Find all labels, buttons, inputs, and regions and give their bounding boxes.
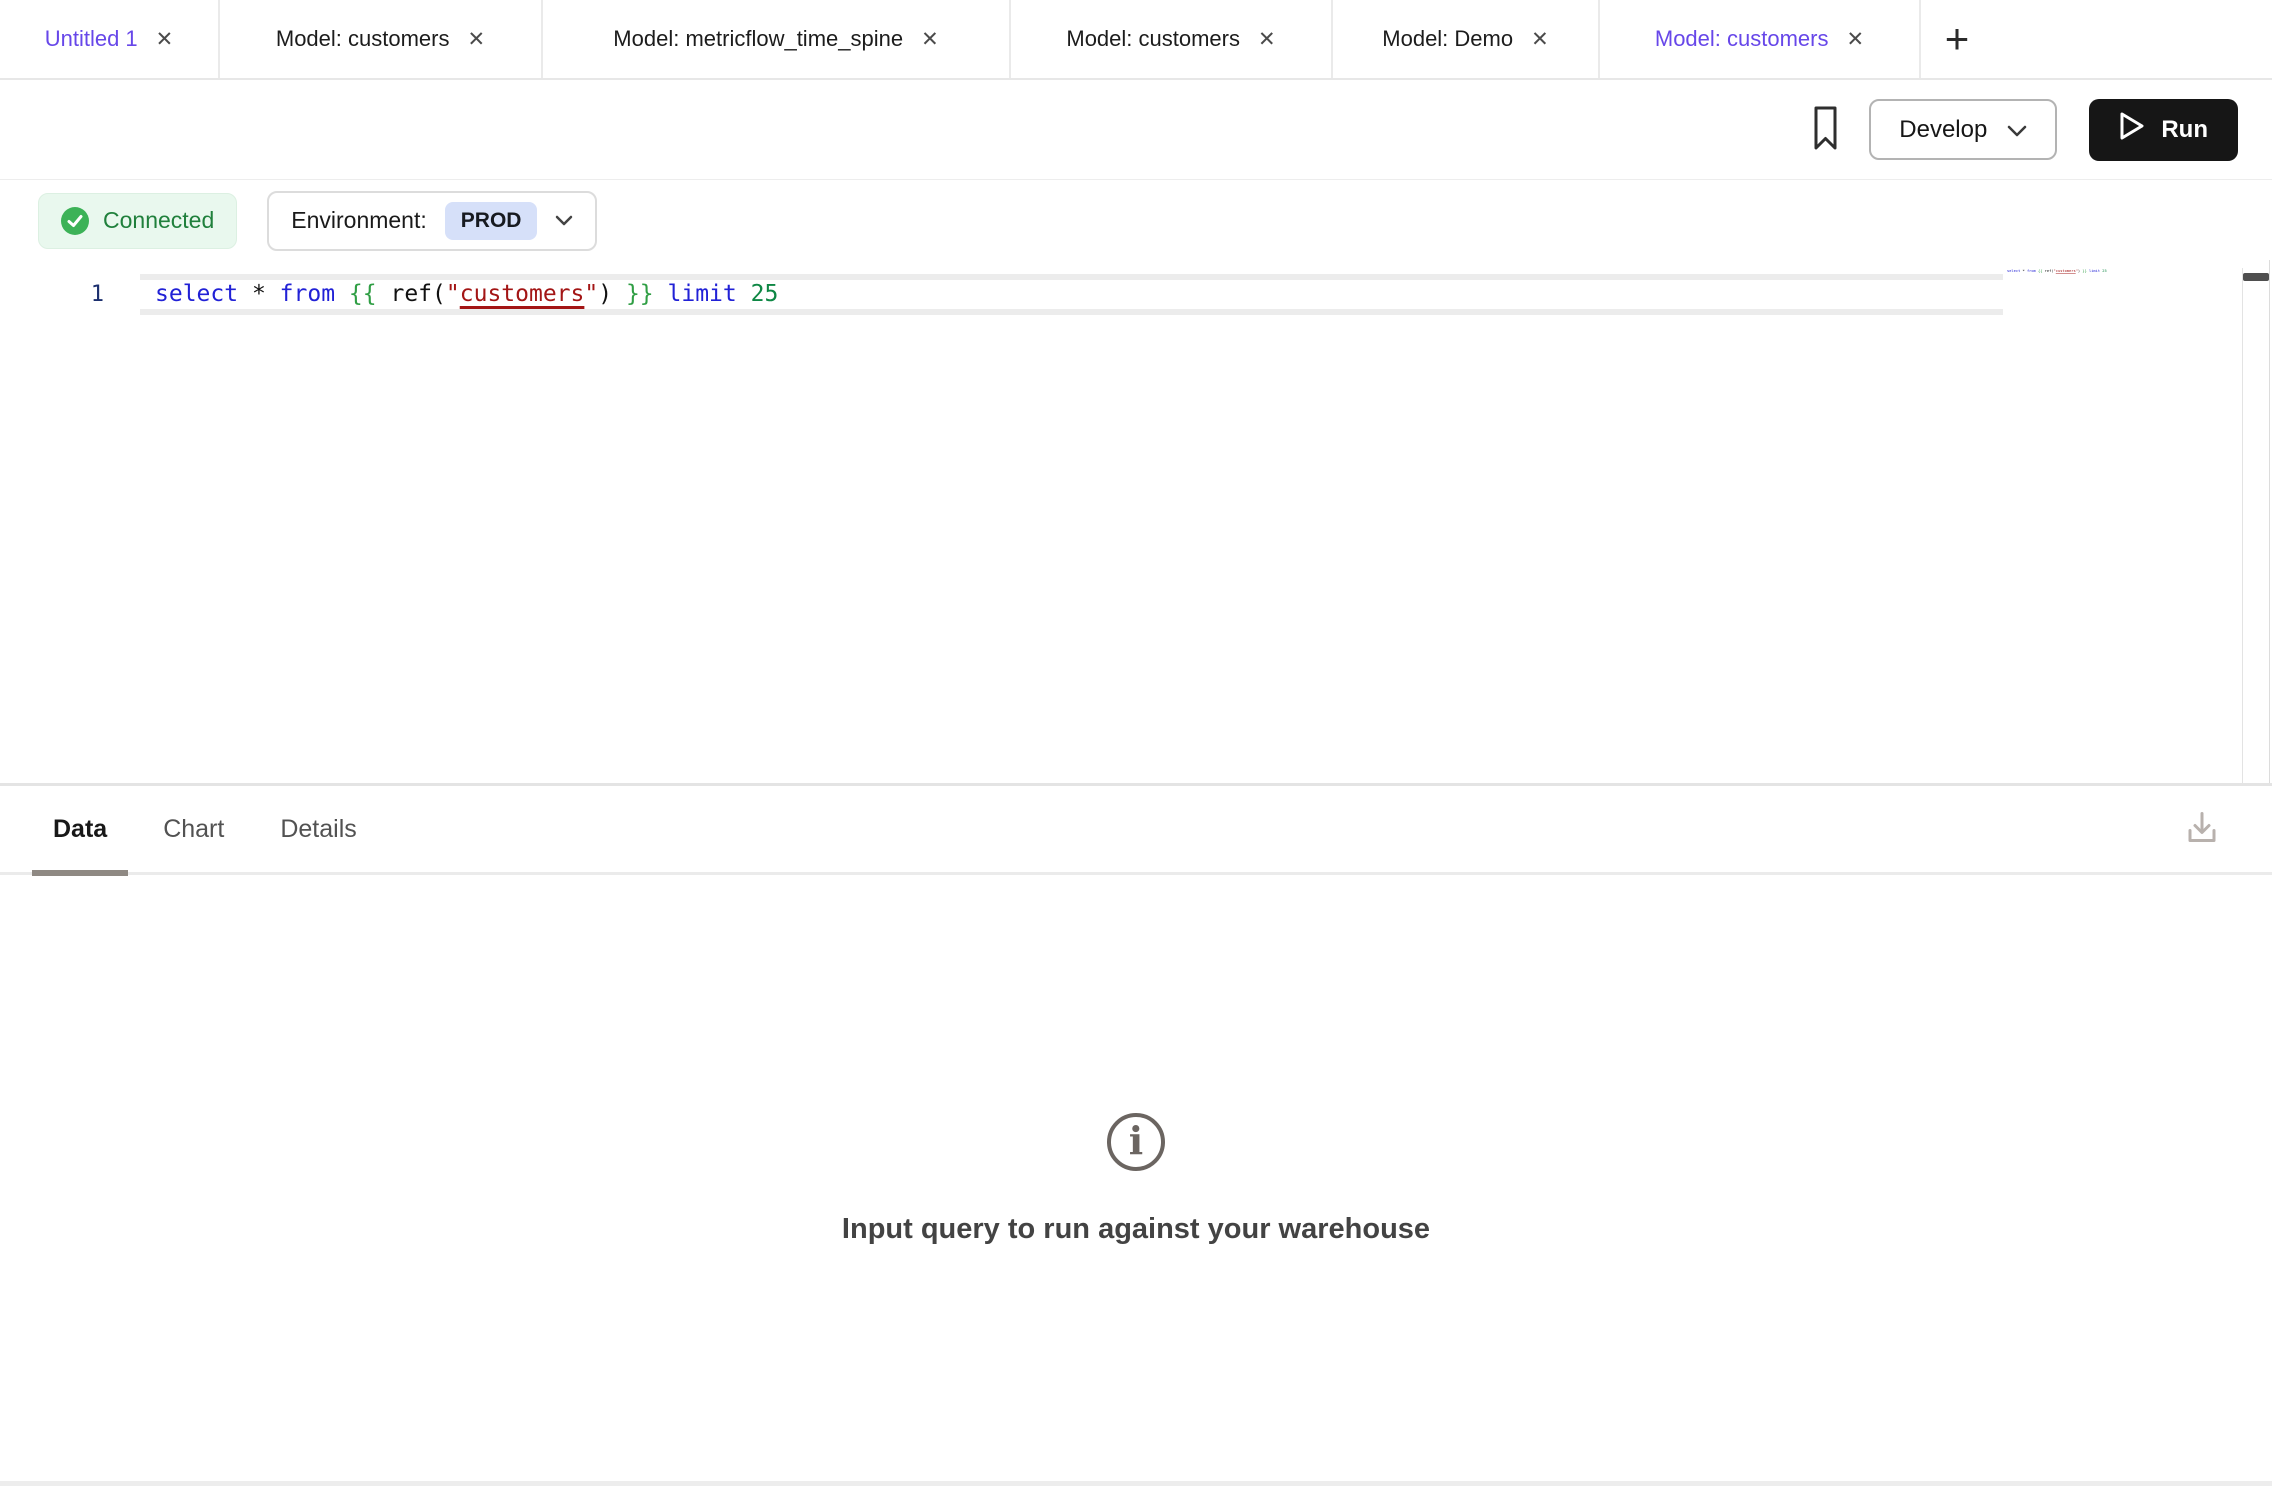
editor-line-1: 1 select * from {{ ref("customers") }} l… [0,274,2003,315]
tab-label: Model: customers [1655,26,1829,52]
close-icon[interactable]: ✕ [156,29,174,50]
chevron-down-icon [2007,116,2027,144]
play-icon [2119,111,2145,148]
close-icon[interactable]: ✕ [1531,29,1549,50]
editor-minimap[interactable]: select * from {{ ref("customers") }} lim… [2007,269,2107,283]
environment-selector[interactable]: Environment: PROD [267,191,597,251]
develop-label: Develop [1899,116,1987,144]
tab-label: Untitled 1 [45,26,138,52]
tab-label: Model: Demo [1382,26,1513,52]
tab-label: Model: customers [276,26,450,52]
connection-status-row: Connected Environment: PROD [0,181,2272,260]
add-tab-button[interactable]: + [1921,0,1993,78]
active-line-highlight: select * from {{ ref("customers") }} lim… [140,274,2003,315]
results-panel: Data Chart Details i Input query to run … [0,783,2272,1481]
connection-status-badge: Connected [38,193,237,249]
close-icon[interactable]: ✕ [1258,29,1276,50]
run-label: Run [2161,116,2208,144]
editor-tab-bar: Untitled 1 ✕ Model: customers ✕ Model: m… [0,0,2272,80]
bookmark-icon [1814,106,1837,154]
close-icon[interactable]: ✕ [921,29,939,50]
line-number: 1 [0,274,140,315]
tab-model-customers-3[interactable]: Model: customers ✕ [1600,0,1921,78]
dbt-cloud-ide: Untitled 1 ✕ Model: customers ✕ Model: m… [0,0,2272,1486]
tab-label: Model: metricflow_time_spine [613,26,903,52]
tab-label: Model: customers [1066,26,1240,52]
minimap-code-line: select * from {{ ref("customers") }} lim… [2007,269,2023,273]
info-icon: i [1107,1113,1165,1171]
sql-editor[interactable]: 1 select * from {{ ref("customers") }} l… [0,260,2272,783]
code-line[interactable]: select * from {{ ref("customers") }} lim… [140,280,2003,309]
download-results-button[interactable] [2182,808,2222,851]
tab-model-metricflow-time-spine[interactable]: Model: metricflow_time_spine ✕ [543,0,1011,78]
results-tab-bar: Data Chart Details [0,786,2272,875]
environment-label: Environment: [291,207,427,234]
editor-scrollbar-thumb[interactable] [2243,273,2269,281]
close-icon[interactable]: ✕ [468,29,486,50]
download-icon [2182,836,2222,851]
tab-chart[interactable]: Chart [142,786,245,872]
editor-scrollbar-track [2242,268,2243,783]
tab-model-customers-1[interactable]: Model: customers ✕ [220,0,543,78]
tab-model-demo[interactable]: Model: Demo ✕ [1333,0,1600,78]
bottom-panel-edge [0,1481,2272,1486]
tab-details[interactable]: Details [259,786,377,872]
tab-untitled-1[interactable]: Untitled 1 ✕ [0,0,220,78]
close-icon[interactable]: ✕ [1847,29,1865,50]
develop-dropdown-button[interactable]: Develop [1869,99,2057,160]
environment-value-badge: PROD [445,202,538,240]
bookmark-button[interactable] [1814,106,1837,154]
empty-state-message: Input query to run against your warehous… [842,1213,1430,1246]
tab-model-customers-2[interactable]: Model: customers ✕ [1011,0,1333,78]
chevron-down-icon [555,215,573,226]
tab-data[interactable]: Data [32,786,128,872]
connection-status-text: Connected [103,207,214,234]
check-circle-icon [61,207,89,235]
run-button[interactable]: Run [2089,99,2238,161]
results-empty-state: i Input query to run against your wareho… [0,1113,2272,1246]
plus-icon: + [1945,15,1970,63]
editor-toolbar: Develop Run [0,80,2272,180]
